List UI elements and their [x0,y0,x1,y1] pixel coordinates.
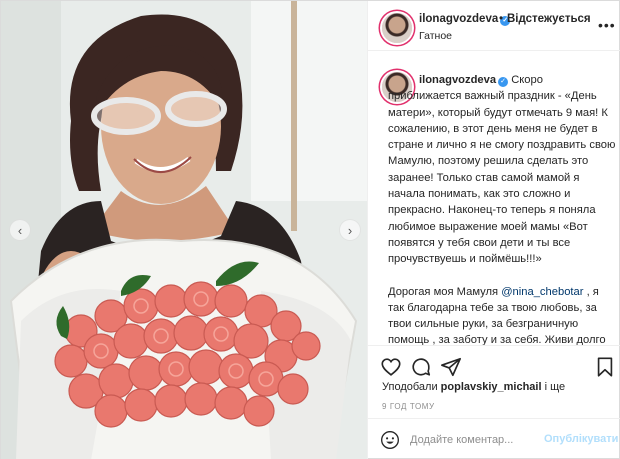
following-button[interactable]: Відстежується [507,13,591,25]
header-username[interactable]: ilonagvozdeva ✓ [419,13,511,26]
likes-suffix[interactable]: і ще [542,381,566,393]
post-side-panel: ilonagvozdeva ✓ • Відстежується Гатное ••… [367,1,620,459]
photo-illustration [1,1,367,459]
location-link[interactable]: Гатное [419,30,452,42]
caption-paragraph-2-pre: Дорогая моя Мамуля [388,285,502,298]
caption-area: ilonagvozdeva ✓ Скоро приближается важный… [368,52,620,345]
avatar[interactable] [382,13,412,43]
action-bar [368,345,620,385]
likes-summary: Уподобали poplavskiy_michail і ще [382,381,565,393]
post-timestamp[interactable]: 9 год тому [382,402,435,411]
caption-paragraph-1: Скоро приближается важный праздник - «Де… [388,74,616,266]
mention-link[interactable]: @nina_chebotar [501,286,583,298]
publish-button[interactable]: Опублікувати [544,433,618,445]
likes-prefix: Уподобали [382,381,441,393]
chevron-left-icon[interactable]: ‹ [9,219,31,241]
emoji-icon[interactable] [380,430,400,450]
comment-icon[interactable] [410,356,432,378]
heart-icon[interactable] [380,356,402,378]
liker-username[interactable]: poplavskiy_michail [441,381,542,393]
username-text[interactable]: ilonagvozdeva [419,13,498,25]
send-icon[interactable] [440,356,462,378]
comment-bar: Опублікувати [368,418,620,459]
comment-input[interactable] [410,431,560,449]
caption-username[interactable]: ilonagvozdeva [419,74,496,86]
more-icon[interactable]: ••• [598,17,616,33]
follow-separator: • [499,13,504,25]
caption-text: ilonagvozdeva ✓ Скоро приближается важный… [388,72,616,345]
post-photo[interactable]: ‹ › [1,1,367,459]
instagram-post: ‹ › ilonagvozdeva ✓ • Відстежується Гатно… [0,0,620,459]
bookmark-icon[interactable] [594,356,616,378]
post-header: ilonagvozdeva ✓ • Відстежується Гатное ••… [368,1,620,51]
chevron-right-icon[interactable]: › [339,219,361,241]
verified-badge-icon: ✓ [498,77,509,87]
